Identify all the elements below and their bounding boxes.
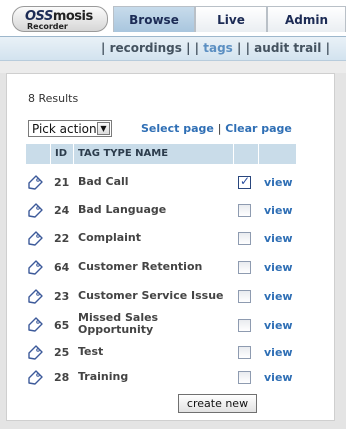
page-selection-links: Select page | Clear page <box>141 122 292 135</box>
tag-icon <box>28 260 43 275</box>
row-checkbox[interactable] <box>238 261 251 274</box>
row-checkbox[interactable] <box>238 174 251 189</box>
results-count: 8 Results <box>28 92 79 105</box>
tag-icon <box>28 203 43 218</box>
app-logo[interactable]: OSSmosis Recorder <box>12 6 108 32</box>
table-row: 28 Training view <box>24 370 304 399</box>
tag-icon <box>28 345 43 360</box>
pick-action-value: Pick action <box>32 122 97 136</box>
logo-subtext: Recorder <box>27 22 68 31</box>
tab-browse[interactable]: Browse <box>113 6 195 32</box>
row-tag-name: Missed Sales Opportunity <box>78 311 159 336</box>
tag-icon <box>28 175 43 190</box>
row-checkbox[interactable] <box>238 371 251 384</box>
tag-icon <box>28 231 43 246</box>
row-tag-name: Training <box>78 370 129 383</box>
tab-live[interactable]: Live <box>195 6 267 32</box>
row-id: 23 <box>54 290 70 303</box>
view-link[interactable]: view <box>264 261 293 274</box>
view-link[interactable]: view <box>264 290 293 303</box>
table-row: 21 Bad Call view <box>24 174 304 204</box>
tab-admin[interactable]: Admin <box>267 6 346 32</box>
chevron-down-icon[interactable]: ▼ <box>97 122 110 135</box>
row-checkbox[interactable] <box>238 204 251 217</box>
row-tag-name: Customer Retention <box>78 260 203 273</box>
view-link[interactable]: view <box>264 204 293 217</box>
sub-navigation: | recordings | | tags | | audit trail | <box>0 36 346 61</box>
subnav-recordings-link[interactable]: recordings <box>110 41 182 55</box>
table-header: ID TAG TYPE NAME <box>26 144 296 164</box>
header-divider-band <box>0 61 346 73</box>
view-link[interactable]: view <box>264 232 293 245</box>
view-link[interactable]: view <box>264 371 293 384</box>
row-tag-name: Bad Language <box>78 203 167 216</box>
row-tag-name: Test <box>78 345 104 358</box>
create-new-button[interactable]: create new <box>178 394 257 413</box>
table-row: 65 Missed Sales Opportunity view <box>24 312 304 340</box>
subnav-tags-link[interactable]: tags <box>203 41 233 55</box>
row-tag-name: Complaint <box>78 231 142 244</box>
pick-action-select[interactable]: Pick action ▼ <box>28 120 112 137</box>
row-checkbox[interactable] <box>238 232 251 245</box>
table-row: 25 Test view <box>24 345 304 374</box>
right-margin <box>335 73 346 429</box>
subnav-separator: | <box>101 41 106 55</box>
column-divider <box>258 144 259 164</box>
subnav-separator: | <box>194 41 200 55</box>
row-id: 25 <box>54 346 70 359</box>
subnav-separator: | <box>325 41 330 55</box>
table-row: 22 Complaint view <box>24 231 304 260</box>
column-header-tag-type-name[interactable]: TAG TYPE NAME <box>78 148 168 159</box>
column-divider <box>233 144 234 164</box>
column-header-id[interactable]: ID <box>55 148 67 159</box>
clear-page-link[interactable]: Clear page <box>225 122 292 135</box>
row-id: 24 <box>54 204 70 217</box>
row-id: 21 <box>54 176 70 189</box>
tag-icon <box>28 317 43 332</box>
subnav-separator: | <box>245 41 250 55</box>
table-row: 24 Bad Language view <box>24 203 304 232</box>
row-id: 22 <box>54 232 70 245</box>
tag-icon <box>28 289 43 304</box>
subnav-separator: | <box>186 41 191 55</box>
view-link[interactable]: view <box>264 319 293 332</box>
row-id: 65 <box>54 319 70 332</box>
column-divider <box>73 144 74 164</box>
app-header: OSSmosis Recorder Browse Live Admin <box>0 0 346 36</box>
view-link[interactable]: view <box>264 346 293 359</box>
tag-icon <box>28 370 43 385</box>
subnav-separator: | <box>237 41 242 55</box>
row-checkbox[interactable] <box>238 319 251 332</box>
row-tag-name: Bad Call <box>78 175 129 188</box>
row-checkbox[interactable] <box>238 290 251 303</box>
bottom-margin <box>0 421 346 429</box>
subnav-audit-trail-link[interactable]: audit trail <box>254 41 321 55</box>
row-tag-name: Customer Service Issue <box>78 289 224 302</box>
row-id: 64 <box>54 261 70 274</box>
row-checkbox[interactable] <box>238 346 251 359</box>
column-divider <box>50 144 51 164</box>
view-link[interactable]: view <box>264 176 293 189</box>
page-links-separator: | <box>217 122 222 135</box>
select-page-link[interactable]: Select page <box>141 122 214 135</box>
table-row: 64 Customer Retention view <box>24 260 304 289</box>
row-id: 28 <box>54 371 70 384</box>
